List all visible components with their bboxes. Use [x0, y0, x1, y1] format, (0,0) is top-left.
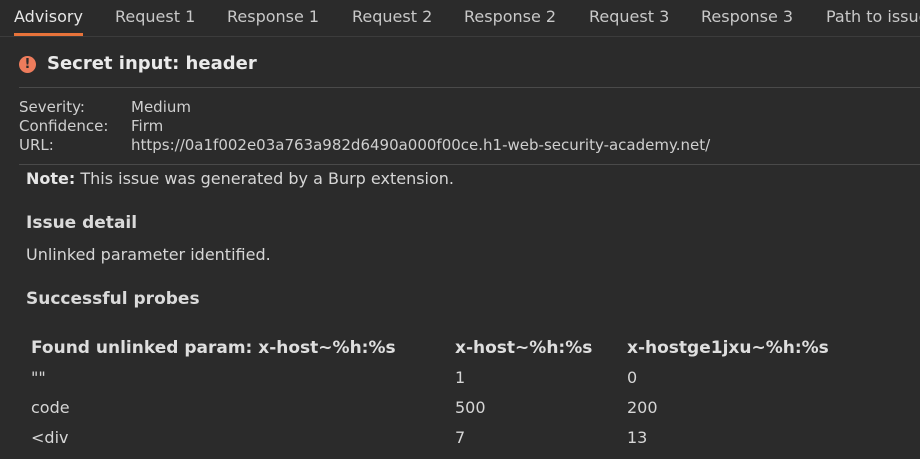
table-cell: 13 — [627, 428, 648, 447]
tab-request-3[interactable]: Request 3 — [589, 0, 669, 33]
table-cell: 1 — [455, 368, 466, 387]
tab-response-1[interactable]: Response 1 — [227, 0, 319, 33]
table-header: x-hostge1jxu~%h:%s — [627, 338, 829, 358]
table-cell: 7 — [455, 428, 466, 447]
issue-detail-heading: Issue detail — [26, 213, 138, 233]
table-cell: code — [31, 398, 70, 417]
warning-icon: ! — [19, 56, 36, 73]
tab-path-to-issue[interactable]: Path to issue — [826, 0, 920, 33]
url-label: URL: — [19, 136, 54, 154]
table-cell: <div — [31, 428, 69, 447]
severity-label: Severity: — [19, 98, 85, 116]
divider — [19, 164, 920, 165]
table-header: Found unlinked param: x-host~%h:%s — [31, 338, 396, 358]
table-cell: 0 — [627, 368, 638, 387]
tab-response-3[interactable]: Response 3 — [701, 0, 793, 33]
successful-probes-heading: Successful probes — [26, 289, 200, 309]
tab-bar: Advisory Request 1 Response 1 Request 2 … — [0, 0, 920, 37]
issue-title: Secret input: header — [47, 53, 257, 74]
table-cell: 500 — [455, 398, 486, 417]
confidence-label: Confidence: — [19, 117, 109, 135]
url-value[interactable]: https://0a1f002e03a763a982d6490a000f00ce… — [131, 136, 710, 155]
issue-detail-text: Unlinked parameter identified. — [26, 245, 271, 264]
tab-request-2[interactable]: Request 2 — [352, 0, 432, 33]
table-header: x-host~%h:%s — [455, 338, 593, 358]
note-body: This issue was generated by a Burp exten… — [75, 169, 454, 188]
severity-value: Medium — [131, 98, 191, 116]
tab-request-1[interactable]: Request 1 — [115, 0, 195, 33]
confidence-value: Firm — [131, 117, 164, 135]
note-label: Note: — [26, 169, 76, 188]
divider — [19, 87, 920, 88]
table-cell: "" — [31, 368, 46, 387]
tab-advisory[interactable]: Advisory — [14, 0, 83, 36]
tab-response-2[interactable]: Response 2 — [464, 0, 556, 33]
note-text: Note: This issue was generated by a Burp… — [26, 168, 454, 190]
table-cell: 200 — [627, 398, 658, 417]
